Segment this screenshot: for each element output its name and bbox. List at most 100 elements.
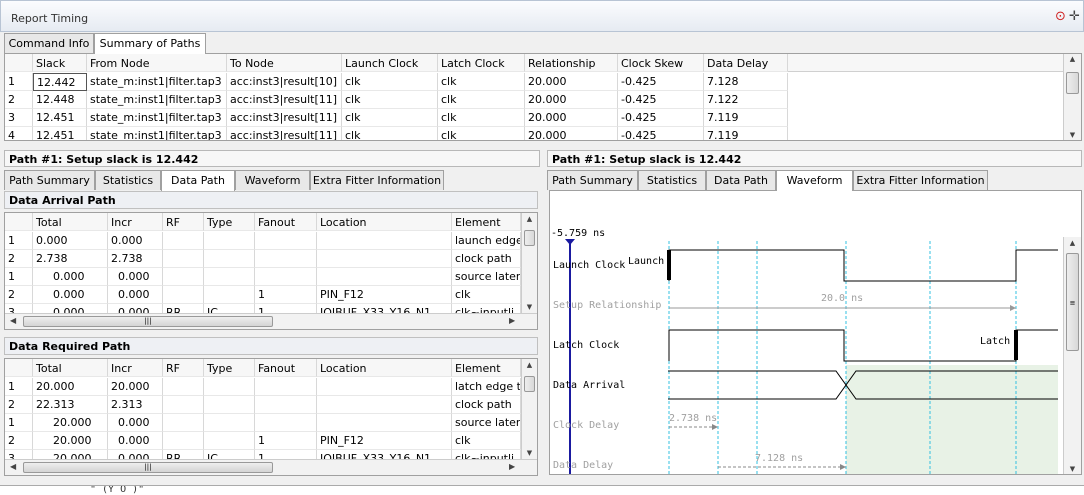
report-timing-window: Report Timing ⊙ ✛ Command Info Summary o…: [0, 0, 1084, 495]
scroll-thumb[interactable]: ≡: [1066, 253, 1079, 351]
scroll-up-icon[interactable]: ▲: [1064, 239, 1081, 247]
cell: 4: [5, 127, 33, 140]
latch-edge-marker: [1014, 330, 1018, 360]
cell: [204, 432, 255, 450]
col-header-total[interactable]: Total: [33, 359, 108, 377]
cell: acc:inst3|result[10]: [227, 73, 342, 91]
cell: 2.738: [108, 250, 163, 268]
left-tab-path-summary[interactable]: Path Summary: [4, 170, 95, 190]
cell: 1: [5, 73, 33, 91]
left-tab-data-path[interactable]: Data Path: [161, 170, 235, 191]
col-header-type[interactable]: Type: [204, 213, 255, 231]
cell: 12.451: [33, 127, 87, 140]
scroll-down-icon[interactable]: ▼: [522, 303, 537, 311]
col-header-rf[interactable]: RF: [163, 359, 204, 377]
tab-command-info[interactable]: Command Info: [4, 33, 94, 53]
scroll-thumb[interactable]: [1066, 72, 1079, 94]
signal-latch-clock: Latch Clock: [553, 340, 620, 351]
col-header-element[interactable]: Element: [452, 359, 521, 377]
waveform-view[interactable]: -5.759 ns Launch Clock Launch Setup Rela…: [549, 190, 1082, 475]
col-header-clock-skew[interactable]: Clock Skew: [618, 54, 704, 72]
cell: 2: [5, 286, 33, 304]
right-tab-statistics[interactable]: Statistics: [638, 170, 706, 190]
col-header-launch-clock[interactable]: Launch Clock: [342, 54, 438, 72]
cell: clk: [438, 73, 525, 91]
right-tab-waveform[interactable]: Waveform: [776, 170, 853, 191]
col-header-fanout[interactable]: Fanout: [255, 359, 317, 377]
col-header-index[interactable]: [5, 359, 33, 377]
scroll-down-icon[interactable]: ▼: [1064, 465, 1081, 473]
cell: 1: [5, 414, 33, 432]
top-tab-bar: Command Info Summary of Paths: [4, 33, 404, 54]
col-header-rf[interactable]: RF: [163, 213, 204, 231]
right-path-title: Path #1: Setup slack is 12.442: [547, 150, 1082, 167]
col-header-location[interactable]: Location: [317, 213, 452, 231]
close-icon[interactable]: ⊙: [1055, 9, 1066, 24]
scroll-up-icon[interactable]: ▲: [522, 215, 537, 223]
scroll-down-icon[interactable]: ▼: [1064, 131, 1081, 139]
scroll-left-icon[interactable]: ◀: [10, 316, 16, 325]
col-header-to-node[interactable]: To Node: [227, 54, 342, 72]
col-header-incr[interactable]: Incr: [108, 213, 163, 231]
cell: -0.425: [618, 109, 704, 127]
required-horizontal-scrollbar[interactable]: ◀ ||| ▶: [5, 459, 537, 475]
cell: 1: [255, 286, 317, 304]
right-tab-data-path[interactable]: Data Path: [706, 170, 776, 190]
signal-data-arrival: Data Arrival: [553, 380, 626, 391]
col-header-location[interactable]: Location: [317, 359, 452, 377]
scroll-thumb[interactable]: [524, 230, 535, 246]
right-tab-path-summary[interactable]: Path Summary: [547, 170, 638, 190]
col-header-total[interactable]: Total: [33, 213, 108, 231]
waveform-vertical-scrollbar[interactable]: ▲ ≡ ▼: [1063, 237, 1081, 474]
time-marker-label: -5.759 ns: [551, 228, 606, 239]
data-arrival-path-title: Data Arrival Path: [4, 191, 538, 209]
data-required-path-title: Data Required Path: [4, 337, 538, 355]
col-header-type[interactable]: Type: [204, 359, 255, 377]
col-header-fanout[interactable]: Fanout: [255, 213, 317, 231]
cell: source latenc: [452, 414, 521, 432]
arrival-header-row: Total Incr RF Type Fanout Location Eleme…: [5, 213, 521, 231]
cell: [163, 286, 204, 304]
arrival-horizontal-scrollbar[interactable]: ◀ ||| ▶: [5, 313, 537, 329]
scroll-left-icon[interactable]: ◀: [10, 462, 16, 471]
cell: [204, 286, 255, 304]
col-header-relationship[interactable]: Relationship: [525, 54, 618, 72]
col-header-element[interactable]: Element: [452, 213, 521, 231]
col-header-slack[interactable]: Slack: [33, 54, 87, 72]
window-title: Report Timing: [11, 12, 89, 25]
move-icon[interactable]: ✛: [1069, 9, 1080, 24]
col-header-index[interactable]: [5, 54, 33, 72]
right-tab-extra-fitter-information[interactable]: Extra Fitter Information: [853, 170, 988, 190]
col-header-data-delay[interactable]: Data Delay: [704, 54, 788, 72]
cell: [255, 414, 317, 432]
cell: [163, 396, 204, 414]
scroll-down-icon[interactable]: ▼: [522, 449, 537, 457]
scroll-up-icon[interactable]: ▲: [1064, 55, 1081, 63]
cell: 2.738: [33, 250, 108, 268]
arrival-vertical-scrollbar[interactable]: ▲ ▼: [521, 213, 537, 313]
cell: clk: [438, 127, 525, 140]
col-header-index[interactable]: [5, 213, 33, 231]
tab-summary-of-paths[interactable]: Summary of Paths: [94, 33, 206, 54]
col-header-incr[interactable]: Incr: [108, 359, 163, 377]
cell: acc:inst3|result[11]: [227, 127, 342, 140]
cell: -0.425: [618, 91, 704, 109]
scroll-thumb[interactable]: |||: [23, 316, 273, 327]
cell: 2: [5, 91, 33, 109]
left-tab-statistics[interactable]: Statistics: [95, 170, 161, 190]
col-header-from-node[interactable]: From Node: [87, 54, 227, 72]
left-tab-extra-fitter-information[interactable]: Extra Fitter Information: [310, 170, 444, 190]
scroll-right-icon[interactable]: ▶: [509, 316, 515, 325]
summary-vertical-scrollbar[interactable]: ▲ ▼: [1063, 54, 1081, 140]
scroll-right-icon[interactable]: ▶: [509, 462, 515, 471]
scroll-thumb[interactable]: |||: [23, 462, 273, 473]
required-vertical-scrollbar[interactable]: ▲ ▼: [521, 359, 537, 459]
left-tab-waveform[interactable]: Waveform: [235, 170, 310, 190]
waveform-canvas: [565, 239, 1058, 474]
clock-delay-value: 2.738 ns: [669, 413, 718, 424]
scroll-thumb[interactable]: [524, 376, 535, 392]
cell: [163, 432, 204, 450]
scroll-up-icon[interactable]: ▲: [522, 361, 537, 369]
col-header-latch-clock[interactable]: Latch Clock: [438, 54, 525, 72]
cell: 3: [5, 109, 33, 127]
